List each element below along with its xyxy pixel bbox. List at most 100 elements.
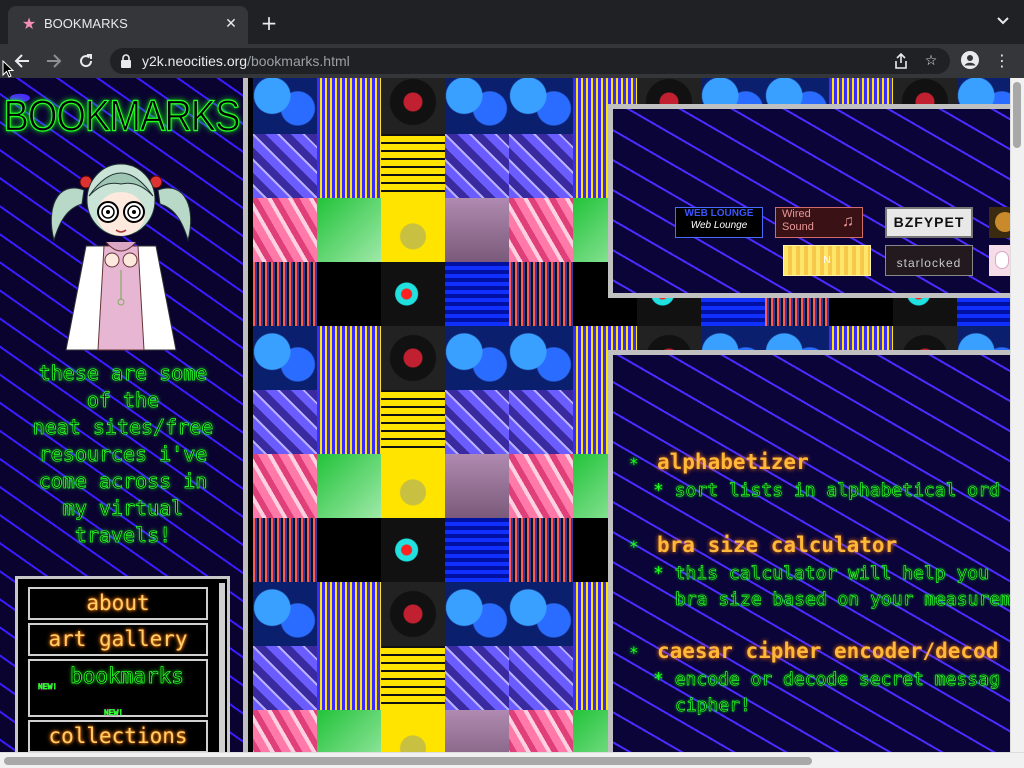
collage-tile — [509, 518, 573, 582]
web-lounge-button[interactable]: WEB LOUNGE Web Lounge — [675, 207, 763, 238]
description-line: this calculator will help you — [674, 563, 989, 585]
vertical-scrollbar[interactable] — [1010, 78, 1024, 752]
starlocked-button[interactable]: starlocked — [885, 245, 973, 276]
intro-line: these are some — [38, 361, 208, 386]
resource-link[interactable]: alphabetizer — [657, 450, 809, 474]
collage-tile — [381, 518, 445, 582]
collage-tile — [509, 710, 573, 752]
collage-tile — [253, 78, 317, 134]
tab-title: BOOKMARKS — [44, 16, 128, 31]
nav-link-bookmarks-label: bookmarks — [70, 664, 185, 689]
sidebar: BOOKMARKS these are some of the neat sit… — [0, 78, 248, 752]
profile-icon[interactable] — [960, 51, 980, 71]
nav-link-bookmarks[interactable]: bookmarks NEW! NEW! — [28, 659, 208, 718]
collage-tile — [445, 326, 509, 390]
star-favicon-icon: ★ — [21, 14, 37, 33]
collage-tile — [445, 78, 509, 134]
collage-tile — [317, 390, 381, 454]
collage-tile — [445, 518, 509, 582]
collage-tile — [381, 78, 445, 134]
collage-tile — [381, 262, 445, 326]
collage-tile — [317, 198, 381, 262]
horizontal-scrollbar[interactable] — [0, 752, 1024, 768]
collage-tile — [381, 646, 445, 710]
collage-tile — [253, 454, 317, 518]
collage-tile — [253, 262, 317, 326]
collage-tile — [509, 454, 573, 518]
collage-tile — [381, 390, 445, 454]
nav-link-collections[interactable]: collections — [28, 720, 208, 752]
chevron-down-icon[interactable] — [994, 14, 1012, 32]
collage-tile — [509, 582, 573, 646]
resource-description: * encode or decode secret messag cipher! — [653, 667, 1000, 719]
button-text: WEB LOUNGE — [684, 208, 754, 219]
horizontal-scrollbar-thumb[interactable] — [4, 757, 812, 765]
button-art — [995, 251, 1009, 269]
share-icon[interactable] — [892, 52, 910, 70]
button-text: Web Lounge — [690, 220, 748, 231]
collage-tile — [381, 134, 445, 198]
active-tab[interactable]: ★ BOOKMARKS ✕ — [8, 6, 248, 44]
collage-tile — [317, 710, 381, 752]
intro-text: these are some of the neat sites/free re… — [20, 360, 226, 549]
collage-tile — [509, 134, 573, 198]
collage-tile — [445, 646, 509, 710]
forward-arrow-icon[interactable] — [42, 49, 66, 73]
collage-tile — [445, 262, 509, 326]
intro-line: travels! — [74, 523, 172, 548]
collage-tile — [317, 646, 381, 710]
bullet: * — [653, 480, 664, 501]
collage-tile — [445, 454, 509, 518]
collage-tile — [317, 262, 381, 326]
bullet: * — [653, 669, 664, 690]
vertical-scrollbar-thumb[interactable] — [1013, 82, 1021, 148]
bookmark-star-icon[interactable]: ☆ — [922, 52, 940, 70]
nav-link-art-gallery[interactable]: art gallery — [28, 623, 208, 656]
collage-tile — [381, 582, 445, 646]
collage-tile — [445, 134, 509, 198]
lock-icon — [121, 54, 131, 68]
collage-tile — [445, 710, 509, 752]
collage-tile — [381, 326, 445, 390]
collage-tile — [445, 582, 509, 646]
button-text: starlocked — [896, 256, 962, 270]
collage-tile — [509, 78, 573, 134]
intro-line: neat sites/free — [32, 415, 214, 440]
collage-tile — [317, 454, 381, 518]
button-text: BZFYPET — [893, 214, 965, 230]
navbox-scrollbar[interactable] — [219, 583, 225, 752]
nav-link-about[interactable]: about — [28, 587, 208, 620]
close-icon[interactable]: ✕ — [222, 15, 240, 33]
resource-list-panel: * alphabetizer * sort lists in alphabeti… — [608, 350, 1024, 752]
bullet: * — [653, 563, 664, 584]
resource-link[interactable]: caesar cipher encoder/decod — [657, 639, 998, 663]
collage-tile — [381, 454, 445, 518]
url-text: y2k.neocities.org/bookmarks.html — [142, 53, 350, 69]
collage-tile — [253, 198, 317, 262]
resource-link[interactable]: bra size calculator — [657, 533, 897, 557]
collage-tile — [381, 198, 445, 262]
collage-tile — [317, 326, 381, 390]
new-tab-button[interactable]: + — [258, 12, 280, 34]
description-line: cipher! — [675, 695, 752, 717]
intro-line: resources i've — [38, 442, 208, 467]
bullet: * — [629, 537, 639, 556]
wired-sound-button[interactable]: Wired Sound ♫ — [775, 207, 863, 238]
yellow-button[interactable]: N — [783, 245, 871, 276]
resource-description: * sort lists in alphabetical ord — [653, 478, 1000, 504]
collage-tile — [253, 518, 317, 582]
resource-description: * this calculator will help you bra size… — [653, 561, 1011, 613]
new-badge: NEW! — [38, 683, 58, 693]
collage-tile — [253, 326, 317, 390]
bzfypet-button[interactable]: BZFYPET — [885, 207, 973, 238]
kebab-menu-icon[interactable]: ⋮ — [992, 51, 1012, 71]
collage-tile — [317, 134, 381, 198]
collage-tile — [509, 262, 573, 326]
collage-tile — [445, 198, 509, 262]
collage-tile — [253, 710, 317, 752]
collage-tile — [317, 582, 381, 646]
collage-tile — [509, 646, 573, 710]
collage-tile — [509, 390, 573, 454]
reload-icon[interactable] — [74, 49, 98, 73]
address-bar[interactable]: y2k.neocities.org/bookmarks.html ☆ — [110, 48, 950, 74]
